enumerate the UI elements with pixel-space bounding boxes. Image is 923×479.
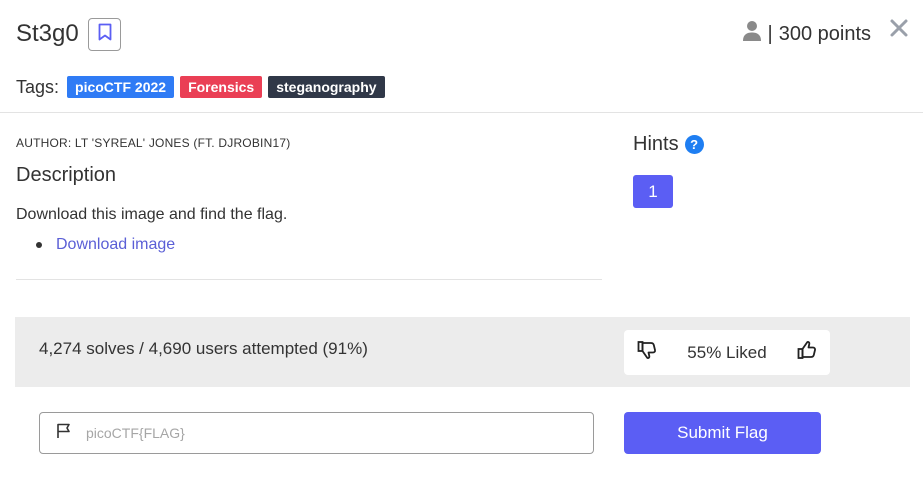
description-divider	[16, 279, 602, 280]
download-list-item: Download image	[36, 236, 175, 254]
flag-input-field	[39, 412, 594, 454]
submit-flag-button[interactable]: Submit Flag	[624, 412, 821, 454]
points-text: 300 points	[778, 22, 871, 45]
like-panel: 55% Liked	[624, 330, 830, 375]
thumbs-down-icon	[637, 340, 657, 365]
question-circle-icon[interactable]: ?	[684, 135, 704, 154]
description-text: Download this image and find the flag.	[16, 206, 288, 223]
list-bullet	[36, 242, 42, 248]
tags-row: Tags: picoCTF 2022 Forensics steganograp…	[16, 76, 385, 98]
tag-badge[interactable]: picoCTF 2022	[67, 76, 175, 98]
solves-stats: 4,274 solves / 4,690 users attempted (91…	[39, 339, 368, 358]
thumbs-up-icon	[797, 340, 817, 365]
points-separator: |	[767, 22, 773, 45]
hints-heading: Hints ?	[633, 133, 704, 156]
user-icon	[742, 20, 762, 48]
tags-label: Tags:	[16, 76, 60, 97]
challenge-title: St3g0	[16, 20, 79, 47]
thumbs-down-button[interactable]	[636, 340, 658, 365]
liked-percentage: 55% Liked	[687, 342, 767, 362]
thumbs-up-button[interactable]	[796, 340, 818, 365]
close-icon	[889, 19, 909, 42]
download-image-link[interactable]: Download image	[56, 236, 175, 254]
points-display: | 300 points	[742, 20, 871, 48]
description-heading: Description	[16, 164, 117, 186]
hint-button-1[interactable]: 1	[633, 175, 673, 208]
close-button[interactable]	[889, 18, 909, 38]
bookmark-button[interactable]	[88, 18, 121, 51]
flag-input[interactable]	[86, 425, 566, 441]
bookmark-icon	[98, 23, 112, 46]
hints-title: Hints	[633, 133, 679, 155]
flag-icon	[56, 423, 72, 444]
author-line: AUTHOR: LT 'SYREAL' JONES (FT. DJROBIN17…	[16, 136, 291, 150]
tag-badge[interactable]: steganography	[268, 76, 385, 98]
header-divider	[0, 112, 923, 113]
tag-badge[interactable]: Forensics	[180, 76, 263, 98]
